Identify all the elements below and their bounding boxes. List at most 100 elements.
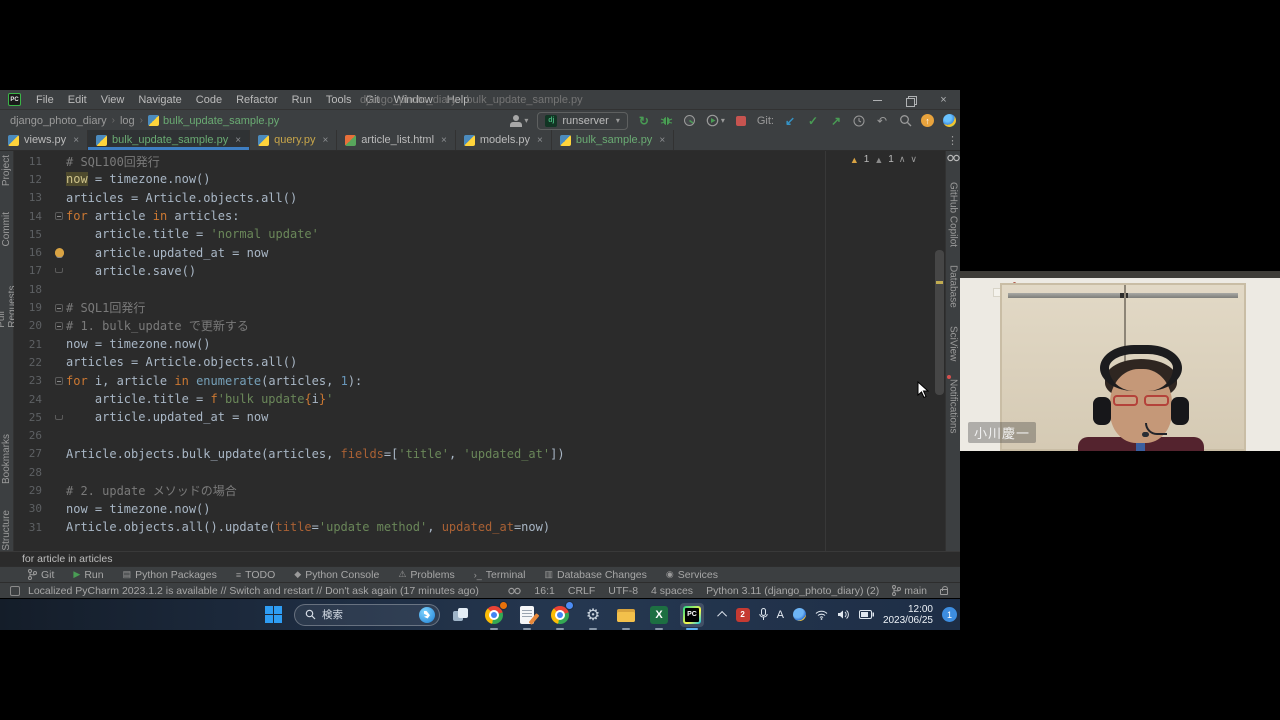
fold-end-icon[interactable] (55, 415, 63, 420)
more-tabs-icon[interactable]: ⋮ (947, 134, 958, 147)
microphone-icon[interactable] (759, 608, 768, 621)
history-button[interactable] (852, 113, 866, 129)
tab-close-icon[interactable]: × (441, 135, 447, 146)
code-line[interactable]: 25 article.updated_at = now (14, 408, 931, 426)
chrome-profile-2-taskbar-button[interactable] (548, 603, 572, 627)
code-line[interactable]: 26 (14, 426, 931, 444)
code-line[interactable]: 21now = timezone.now() (14, 335, 931, 353)
tool-strip-database[interactable]: Database (948, 265, 959, 308)
code-line[interactable]: 18 (14, 280, 931, 298)
ide-update-badge[interactable]: ↑ (921, 114, 934, 127)
git-update-button[interactable]: ↙ (783, 113, 797, 129)
toolwindow-python-console[interactable]: ◆Python Console (294, 569, 379, 581)
fold-collapse-icon[interactable] (55, 322, 63, 330)
toolwindow-python-packages[interactable]: ▤Python Packages (123, 569, 217, 581)
tray-clock[interactable]: 12:00 2023/06/25 (883, 604, 933, 626)
notification-count-badge[interactable]: 1 (942, 607, 957, 622)
tool-strip-github-copilot[interactable]: GitHub Copilot (948, 182, 959, 247)
search-everywhere-button[interactable] (898, 113, 912, 129)
breadcrumb-project[interactable]: django_photo_diary (10, 115, 107, 127)
code-line[interactable]: 11# SQL100回発行 (14, 152, 931, 170)
tool-strip-commit[interactable]: Commit (1, 212, 12, 246)
scrollbar-thumb[interactable] (935, 250, 944, 395)
run-with-coverage-button[interactable]: ▾ (706, 113, 725, 129)
intention-bulb-icon[interactable] (55, 248, 64, 257)
code-line[interactable]: 28 (14, 463, 931, 481)
tool-strip-sciview[interactable]: SciView (948, 326, 959, 361)
fold-collapse-icon[interactable] (55, 212, 63, 220)
battery-icon[interactable] (859, 610, 874, 619)
user-account-button[interactable]: ▾ (510, 113, 528, 129)
code-line[interactable]: 29# 2. update メソッドの場合 (14, 481, 931, 499)
tab-article_list.html[interactable]: article_list.html× (337, 130, 456, 150)
task-view-button[interactable] (449, 603, 473, 627)
python-interpreter[interactable]: Python 3.11 (django_photo_diary) (2) (706, 585, 879, 597)
github-copilot-icon[interactable] (947, 154, 960, 162)
tab-close-icon[interactable]: × (537, 135, 543, 146)
tab-close-icon[interactable]: × (322, 135, 328, 146)
notepad-taskbar-button[interactable] (515, 603, 539, 627)
fold-collapse-icon[interactable] (55, 304, 63, 312)
tab-bulk_sample.py[interactable]: bulk_sample.py× (552, 130, 674, 150)
toolwindow-git[interactable]: Git (28, 569, 54, 581)
line-separator[interactable]: CRLF (568, 585, 595, 597)
pycharm-taskbar-button[interactable]: PC (680, 603, 704, 627)
copilot-status-icon[interactable] (508, 587, 521, 595)
toolwindow-database-changes[interactable]: ▥Database Changes (544, 569, 646, 581)
ime-mode-indicator[interactable]: A (777, 609, 784, 621)
code-editor[interactable]: 11# SQL100回発行12now = timezone.now()13art… (14, 151, 945, 551)
code-line[interactable]: 31Article.objects.all().update(title='up… (14, 518, 931, 536)
git-push-button[interactable]: ↗ (829, 113, 843, 129)
code-line[interactable]: 20# 1. bulk_update で更新する (14, 317, 931, 335)
volume-icon[interactable] (837, 609, 850, 620)
inspections-widget[interactable]: ▲ 1 ▲ 1 ∧ ∨ (850, 154, 917, 165)
tool-strip-structure[interactable]: Structure (1, 510, 12, 551)
close-button[interactable]: × (927, 90, 960, 110)
taskbar-search[interactable]: 検索 (294, 604, 440, 626)
rerun-button[interactable]: ↻ (637, 113, 651, 129)
code-line[interactable]: 19# SQL1回発行 (14, 298, 931, 316)
breadcrumb-file[interactable]: bulk_update_sample.py (148, 115, 279, 127)
code-line[interactable]: 13articles = Article.objects.all() (14, 189, 931, 207)
tab-models.py[interactable]: models.py× (456, 130, 552, 150)
plugin-ball-icon[interactable] (943, 114, 956, 127)
restore-button[interactable] (894, 90, 927, 110)
tray-color-ball-icon[interactable] (793, 608, 806, 621)
file-explorer-taskbar-button[interactable] (614, 603, 638, 627)
toolwindow-todo[interactable]: ≡TODO (236, 569, 275, 581)
file-encoding[interactable]: UTF-8 (608, 585, 638, 597)
caret-position[interactable]: 16:1 (534, 585, 554, 597)
tool-strip-bookmarks[interactable]: Bookmarks (1, 434, 12, 484)
status-message[interactable]: Localized PyCharm 2023.1.2 is available … (28, 585, 479, 597)
tray-chevron-icon[interactable] (717, 611, 727, 621)
run-configuration-select[interactable]: dj runserver ▾ (537, 112, 627, 130)
wifi-icon[interactable] (815, 610, 828, 620)
git-branch-widget[interactable]: main (892, 585, 927, 597)
menu-refactor[interactable]: Refactor (229, 92, 285, 108)
menu-view[interactable]: View (94, 92, 132, 108)
git-commit-button[interactable]: ✓ (806, 113, 820, 129)
tab-close-icon[interactable]: × (73, 135, 79, 146)
menu-code[interactable]: Code (189, 92, 229, 108)
fold-end-icon[interactable] (55, 268, 63, 273)
code-line[interactable]: 24 article.title = f'bulk update{i}' (14, 390, 931, 408)
recorder-tray-icon[interactable]: 2 (736, 608, 750, 622)
code-line[interactable]: 30now = timezone.now() (14, 500, 931, 518)
menu-navigate[interactable]: Navigate (131, 92, 188, 108)
code-line[interactable]: 16 article.updated_at = now (14, 243, 931, 261)
code-line[interactable]: 12now = timezone.now() (14, 170, 931, 188)
code-line[interactable]: 15 article.title = 'normal update' (14, 225, 931, 243)
toolwindow-run[interactable]: ▶Run (73, 569, 103, 581)
toolwindow-services[interactable]: ◉Services (666, 569, 718, 581)
debug-button[interactable] (660, 113, 674, 129)
breadcrumb-folder[interactable]: log (120, 115, 135, 127)
profiler-button[interactable] (683, 113, 697, 129)
tab-query.py[interactable]: query.py× (250, 130, 337, 150)
prev-issue-icon[interactable]: ∧ (899, 154, 906, 165)
code-line[interactable]: 27Article.objects.bulk_update(articles, … (14, 445, 931, 463)
start-button[interactable] (261, 603, 285, 627)
code-line[interactable]: 14for article in articles: (14, 207, 931, 225)
indent-style[interactable]: 4 spaces (651, 585, 693, 597)
stop-button[interactable] (734, 113, 748, 129)
next-issue-icon[interactable]: ∨ (910, 154, 917, 165)
